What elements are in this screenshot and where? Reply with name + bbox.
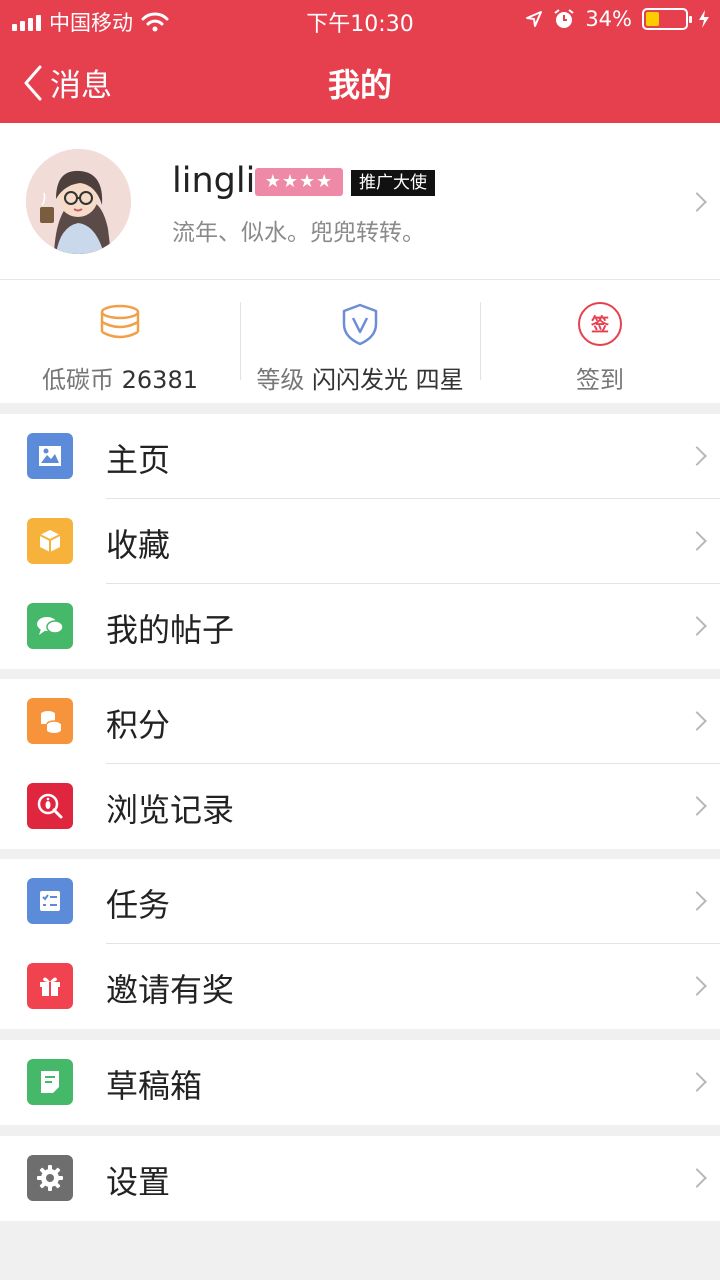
menu-label-posts: 我的帖子 — [106, 611, 235, 649]
coin-stat-text: 低碳币 26381 — [0, 360, 240, 395]
menu-label-invite: 邀请有奖 — [106, 971, 235, 1009]
menu-label-points: 积分 — [106, 706, 171, 744]
menu-group-content: 主页 收藏 我的帖子 — [0, 414, 720, 669]
chevron-right-icon — [687, 976, 707, 996]
chevron-right-icon — [687, 192, 707, 212]
checkin-stat[interactable]: 签 签到 — [480, 280, 720, 403]
menu-item-tasks[interactable]: 任务 — [0, 859, 720, 944]
star-icon: ★ — [299, 171, 317, 192]
menu-label-home: 主页 — [106, 441, 171, 479]
coin-label: 低碳币 — [42, 366, 114, 394]
menu-label-history: 浏览记录 — [106, 791, 235, 829]
chevron-right-icon — [687, 796, 707, 816]
location-icon — [526, 11, 543, 27]
battery-icon — [642, 8, 692, 30]
menu-item-favorites[interactable]: 收藏 — [0, 499, 720, 584]
menu-group-drafts: 草稿箱 — [0, 1040, 720, 1125]
menu-group-rewards: 任务 邀请有奖 — [0, 859, 720, 1029]
checkin-icon: 签 — [578, 302, 622, 346]
coin-value: 26381 — [121, 366, 198, 394]
coins-icon — [27, 698, 73, 744]
charging-icon — [699, 10, 709, 28]
menu-item-settings[interactable]: 设置 — [0, 1136, 720, 1221]
menu-label-favorites: 收藏 — [106, 526, 171, 564]
menu-label-tasks: 任务 — [106, 886, 171, 924]
menu-item-home[interactable]: 主页 — [0, 414, 720, 499]
shield-icon — [342, 303, 378, 346]
checkin-label: 签到 — [576, 366, 624, 394]
menu-label-settings: 设置 — [106, 1163, 171, 1201]
chevron-right-icon — [687, 531, 707, 551]
level-stat-text: 等级 闪闪发光 四星 — [240, 360, 480, 395]
avatar-illustration — [26, 149, 131, 254]
star-icon: ★ — [264, 171, 282, 192]
page-title: 我的 — [327, 66, 392, 104]
stats-bar: 低碳币 26381 等级 闪闪发光 四星 签 签到 — [0, 280, 720, 403]
menu-item-points[interactable]: 积分 — [0, 679, 720, 764]
profile-signature: 流年、似水。兜兜转转。 — [172, 220, 425, 246]
avatar[interactable] — [26, 149, 131, 254]
menu-item-posts[interactable]: 我的帖子 — [0, 584, 720, 669]
chevron-right-icon — [687, 1072, 707, 1092]
top-bar: 中国移动 下午10:30 34% 消息 我的 — [0, 0, 720, 123]
menu-item-drafts[interactable]: 草稿箱 — [0, 1040, 720, 1125]
star-icon: ★ — [316, 171, 334, 192]
chevron-right-icon — [687, 1168, 707, 1188]
level-value: 闪闪发光 四星 — [312, 366, 464, 394]
nav-bar: 消息 我的 — [0, 40, 720, 123]
chevron-right-icon — [687, 616, 707, 636]
profile-name: lingli — [172, 161, 256, 201]
picture-icon — [27, 433, 73, 479]
gear-icon — [27, 1155, 73, 1201]
profile-card[interactable]: lingli ★★★★ 推广大使 流年、似水。兜兜转转。 — [0, 123, 720, 280]
star-level-badge: ★★★★ — [255, 168, 343, 196]
star-rating: ★★★★ — [265, 171, 334, 192]
level-label: 等级 — [256, 366, 305, 394]
footprint-search-icon — [27, 783, 73, 829]
chevron-right-icon — [687, 891, 707, 911]
level-stat[interactable]: 等级 闪闪发光 四星 — [240, 280, 480, 403]
checkin-icon-text: 签 — [591, 315, 609, 336]
gift-icon — [27, 963, 73, 1009]
menu-item-history[interactable]: 浏览记录 — [0, 764, 720, 849]
task-list-icon — [27, 878, 73, 924]
menu-item-invite[interactable]: 邀请有奖 — [0, 944, 720, 1029]
box-icon — [27, 518, 73, 564]
menu-label-drafts: 草稿箱 — [106, 1067, 203, 1105]
coin-stat[interactable]: 低碳币 26381 — [0, 280, 240, 403]
menu-group-records: 积分 浏览记录 — [0, 679, 720, 849]
battery-percent: 34% — [585, 7, 632, 31]
chevron-right-icon — [687, 446, 707, 466]
chevron-right-icon — [687, 711, 707, 731]
status-bar: 中国移动 下午10:30 34% — [0, 0, 720, 40]
star-icon: ★ — [281, 171, 299, 192]
ambassador-badge: 推广大使 — [351, 170, 435, 196]
coins-stack-icon — [100, 304, 140, 339]
chat-bubbles-icon — [27, 603, 73, 649]
menu-group-settings: 设置 — [0, 1136, 720, 1221]
draft-note-icon — [27, 1059, 73, 1105]
alarm-icon — [554, 9, 574, 28]
